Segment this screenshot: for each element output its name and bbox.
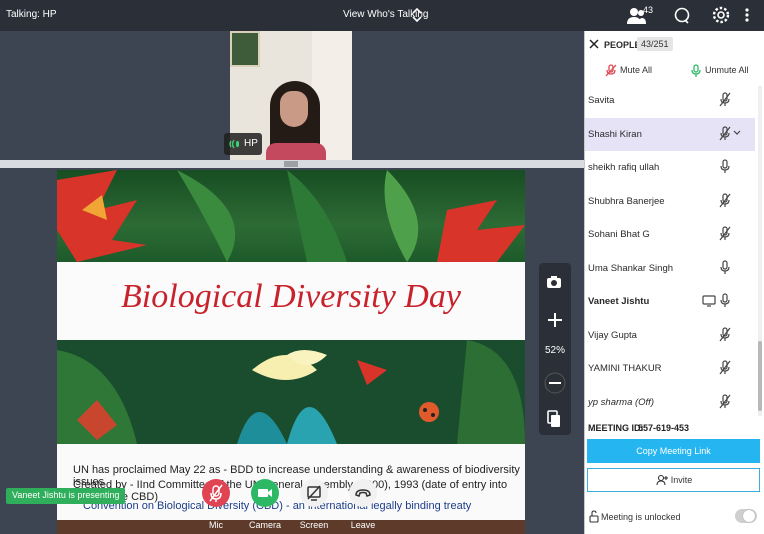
- participant-row[interactable]: sheikh rafiq ullah: [585, 151, 755, 185]
- snapshot-icon[interactable]: [546, 275, 562, 289]
- person-face: [280, 91, 308, 127]
- mic-off-icon[interactable]: [718, 326, 732, 343]
- close-icon[interactable]: [589, 39, 599, 49]
- gear-icon[interactable]: [712, 6, 730, 24]
- presenting-badge: Vaneet Jishtu is presenting: [6, 488, 126, 504]
- slide-bottom-stripe: [57, 520, 525, 534]
- mic-label: Mic: [209, 520, 223, 530]
- mic-on-icon[interactable]: [718, 293, 732, 309]
- camera-button[interactable]: [251, 479, 279, 507]
- participant-name: Vijay Gupta: [588, 329, 637, 341]
- mic-off-icon[interactable]: [605, 64, 617, 78]
- participant-row[interactable]: Vaneet Jishtu: [585, 285, 755, 319]
- meeting-id-label: MEETING ID:: [588, 423, 644, 433]
- video-name: HP: [244, 138, 258, 149]
- screen-share-button[interactable]: [300, 479, 328, 507]
- people-count-badge: 43/251: [637, 37, 673, 51]
- mic-off-icon: [209, 484, 223, 502]
- panel-header: PEOPLE 43/251: [585, 31, 764, 59]
- mic-on-icon[interactable]: [690, 64, 702, 78]
- camera-label: Camera: [248, 520, 281, 530]
- chevron-updown-icon[interactable]: [411, 6, 423, 24]
- unlock-icon: [589, 510, 599, 523]
- zoom-level: 52%: [544, 345, 565, 356]
- participant-row[interactable]: yp sharma (Off): [585, 386, 755, 420]
- mic-off-icon[interactable]: [718, 192, 732, 209]
- chevron-down-icon[interactable]: [733, 130, 741, 136]
- participant-row[interactable]: Sohani Bhat G: [585, 218, 755, 252]
- participant-list: Savita Shashi Kiran sheikh rafiq ullah S…: [585, 84, 757, 419]
- participant-name: Savita: [588, 95, 615, 106]
- mic-off-icon[interactable]: [718, 125, 732, 142]
- video-name-tag: HP: [224, 133, 262, 155]
- zoom-in-icon[interactable]: [544, 309, 566, 331]
- person-shirt: [266, 143, 326, 160]
- participant-name: YAMINI THAKUR: [588, 363, 662, 374]
- scrollbar-thumb[interactable]: [758, 341, 762, 411]
- mute-all-button[interactable]: Mute All: [620, 65, 652, 75]
- background-poster: [230, 31, 260, 67]
- screen-share-off-icon: [307, 485, 321, 501]
- talking-indicator: Talking: HP: [6, 9, 57, 20]
- mic-off-icon[interactable]: [718, 393, 732, 410]
- top-bar: Talking: HP View Who's Talking 43: [0, 0, 764, 31]
- people-panel: PEOPLE 43/251 Mute All Unmute All Savita…: [584, 31, 764, 534]
- participant-name: Uma Shankar Singh: [588, 262, 674, 274]
- participant-row[interactable]: Shashi Kiran: [585, 117, 755, 151]
- panel-title: PEOPLE: [604, 40, 641, 50]
- copy-meeting-link-button[interactable]: Copy Meeting Link: [587, 439, 760, 463]
- participant-row[interactable]: YAMINI THAKUR: [585, 352, 755, 386]
- slide-title: Biological Diversity Day: [121, 278, 461, 315]
- participant-name: sheikh rafiq ullah: [588, 162, 660, 173]
- participant-name: Vaneet Jishtu: [588, 296, 650, 307]
- leave-button[interactable]: [349, 479, 377, 507]
- invite-button[interactable]: Invite: [587, 468, 760, 492]
- participant-name: yp sharma (Off): [588, 396, 654, 408]
- lock-status: Meeting is unlocked: [601, 512, 681, 522]
- hang-up-icon: [355, 489, 371, 497]
- mic-button[interactable]: [202, 479, 230, 507]
- people-count: 43: [643, 5, 654, 15]
- shared-slide: Biological Diversity Day UN has proclaim…: [57, 170, 525, 534]
- participant-row[interactable]: Shubhra Banerjee: [585, 185, 755, 219]
- camera-icon: [258, 489, 272, 497]
- add-user-icon: [656, 474, 668, 486]
- screen-share-icon: [702, 295, 716, 307]
- speaking-icon: [229, 139, 239, 149]
- participant-row[interactable]: Vijay Gupta: [585, 319, 755, 353]
- participant-name: Shubhra Banerjee: [588, 195, 665, 207]
- mic-off-icon[interactable]: [718, 92, 732, 108]
- mic-off-icon[interactable]: [718, 226, 732, 242]
- mic-on-icon[interactable]: [718, 159, 732, 175]
- invite-label: Invite: [670, 475, 693, 485]
- participant-name: Sohani Bhat G: [588, 229, 650, 240]
- mic-off-icon[interactable]: [718, 360, 732, 376]
- screen-label: Screen: [299, 520, 329, 530]
- unmute-all-button[interactable]: Unmute All: [705, 65, 749, 75]
- more-vertical-icon[interactable]: [744, 6, 750, 24]
- drag-handle-icon[interactable]: [284, 161, 298, 167]
- zoom-out-icon[interactable]: [544, 372, 566, 394]
- lock-toggle[interactable]: [735, 509, 757, 523]
- copy-icon[interactable]: [547, 410, 561, 428]
- chat-icon[interactable]: [674, 7, 690, 25]
- mic-on-icon[interactable]: [718, 259, 732, 276]
- participant-row[interactable]: Uma Shankar Singh: [585, 252, 755, 286]
- leave-label: Leave: [350, 520, 376, 530]
- participant-row[interactable]: Savita: [585, 84, 755, 118]
- participant-name: Shashi Kiran: [588, 128, 642, 140]
- meeting-id-value: 557-619-453: [638, 423, 690, 433]
